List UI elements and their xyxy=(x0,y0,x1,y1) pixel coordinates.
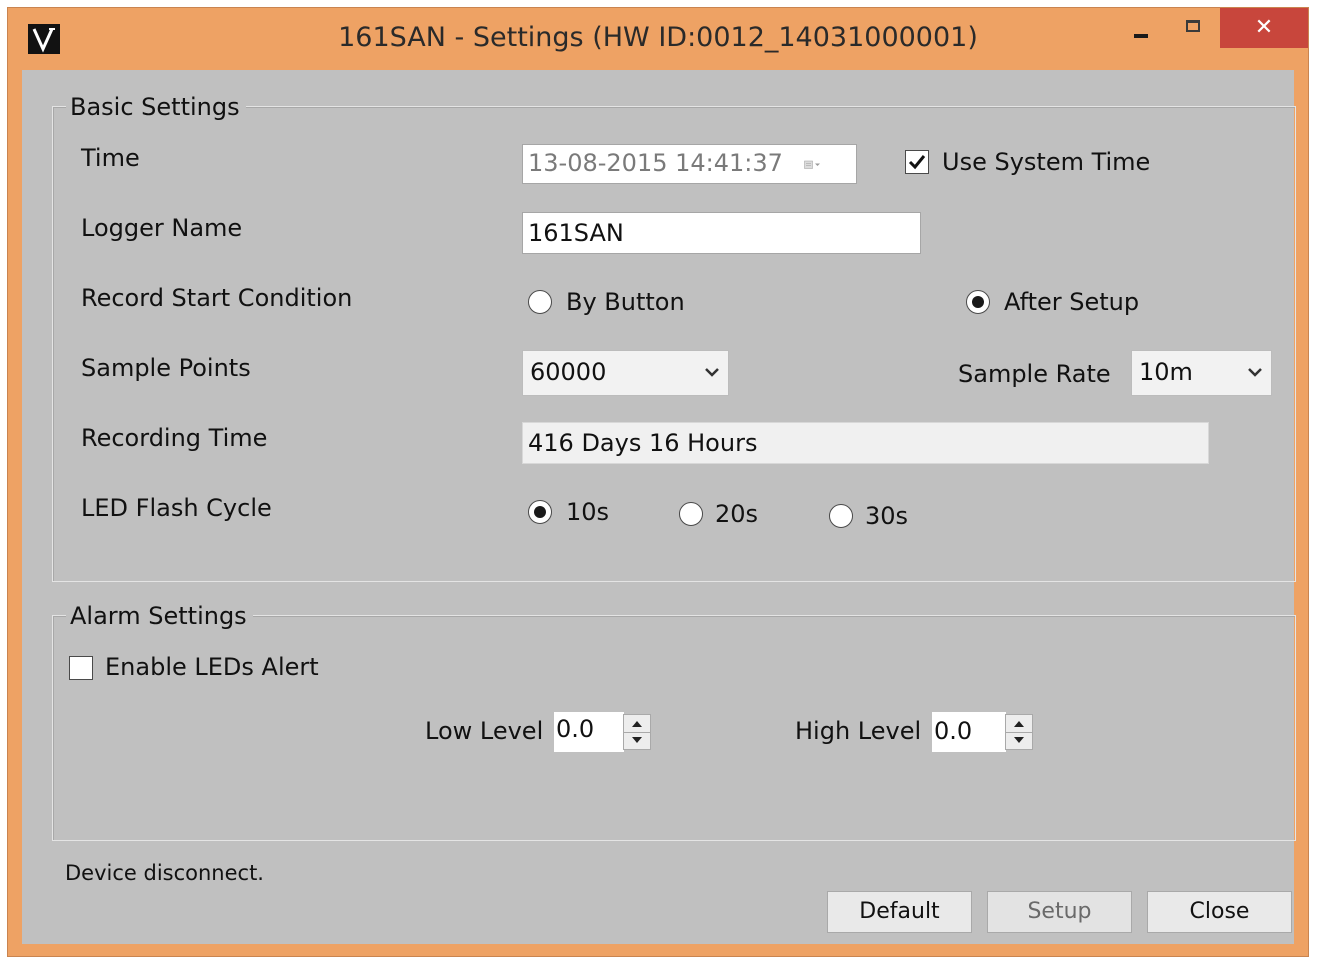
calendar-dropdown-icon[interactable] xyxy=(804,155,824,175)
enable-leds-alert-label[interactable]: Enable LEDs Alert xyxy=(105,652,319,682)
after-setup-label[interactable]: After Setup xyxy=(1004,287,1139,317)
sample-rate-label: Sample Rate xyxy=(958,360,1111,388)
high-level-label: High Level xyxy=(795,717,922,745)
led-10s-radio[interactable] xyxy=(528,500,552,524)
alarm-settings-group xyxy=(52,615,1296,841)
logger-name-label: Logger Name xyxy=(81,214,243,242)
led-20s-radio[interactable] xyxy=(679,502,703,526)
window-title: 161SAN - Settings (HW ID:0012_1403100000… xyxy=(338,22,978,53)
checkmark-icon xyxy=(908,155,926,170)
dialog-body: Basic Settings Time 13-08-2015 14:41:37 … xyxy=(22,70,1296,944)
sample-points-value: 60000 xyxy=(530,358,607,386)
low-level-input[interactable]: 0.0 xyxy=(554,712,624,752)
by-button-radio[interactable] xyxy=(528,290,552,314)
maximize-icon[interactable] xyxy=(1168,8,1216,48)
high-level-spinner[interactable] xyxy=(1005,714,1033,750)
spin-down-icon[interactable] xyxy=(1006,732,1032,749)
by-button-label[interactable]: By Button xyxy=(566,287,685,317)
spin-down-icon[interactable] xyxy=(624,732,650,749)
led-20s-label[interactable]: 20s xyxy=(715,499,758,529)
use-system-time-label[interactable]: Use System Time xyxy=(942,147,1150,177)
sample-points-select[interactable]: 60000 xyxy=(522,350,729,396)
use-system-time-checkbox[interactable] xyxy=(905,150,929,174)
sample-rate-value: 10m xyxy=(1139,358,1193,386)
chevron-down-icon xyxy=(705,368,719,377)
logger-name-input[interactable]: 161SAN xyxy=(522,212,921,254)
minimize-icon[interactable] xyxy=(1118,8,1168,48)
time-label: Time xyxy=(81,144,140,172)
high-level-input[interactable]: 0.0 xyxy=(932,712,1006,752)
settings-window: 161SAN - Settings (HW ID:0012_1403100000… xyxy=(7,7,1309,957)
basic-settings-title: Basic Settings xyxy=(66,92,246,122)
after-setup-radio[interactable] xyxy=(966,290,990,314)
led-flash-label: LED Flash Cycle xyxy=(81,494,272,522)
alarm-settings-title: Alarm Settings xyxy=(66,601,253,631)
recording-time-field: 416 Days 16 Hours xyxy=(522,422,1209,464)
led-30s-label[interactable]: 30s xyxy=(865,501,908,531)
led-30s-radio[interactable] xyxy=(829,504,853,528)
default-button[interactable]: Default xyxy=(827,891,972,933)
spin-up-icon[interactable] xyxy=(624,715,650,733)
title-bar[interactable]: 161SAN - Settings (HW ID:0012_1403100000… xyxy=(8,8,1308,70)
status-text: Device disconnect. xyxy=(65,861,264,885)
led-10s-label[interactable]: 10s xyxy=(566,497,609,527)
enable-leds-alert-checkbox[interactable] xyxy=(69,656,93,680)
chevron-down-icon xyxy=(1248,368,1262,377)
low-level-label: Low Level xyxy=(425,717,544,745)
time-datetime-picker[interactable]: 13-08-2015 14:41:37 xyxy=(522,144,857,184)
record-start-label: Record Start Condition xyxy=(81,284,353,312)
close-window-button[interactable]: ✕ xyxy=(1220,8,1308,48)
recording-time-label: Recording Time xyxy=(81,424,268,452)
low-level-spinner[interactable] xyxy=(623,714,651,750)
setup-button[interactable]: Setup xyxy=(987,891,1132,933)
sample-rate-select[interactable]: 10m xyxy=(1131,350,1272,396)
time-value: 13-08-2015 14:41:37 xyxy=(528,149,783,177)
close-button[interactable]: Close xyxy=(1147,891,1292,933)
sample-points-label: Sample Points xyxy=(81,354,251,382)
spin-up-icon[interactable] xyxy=(1006,715,1032,733)
